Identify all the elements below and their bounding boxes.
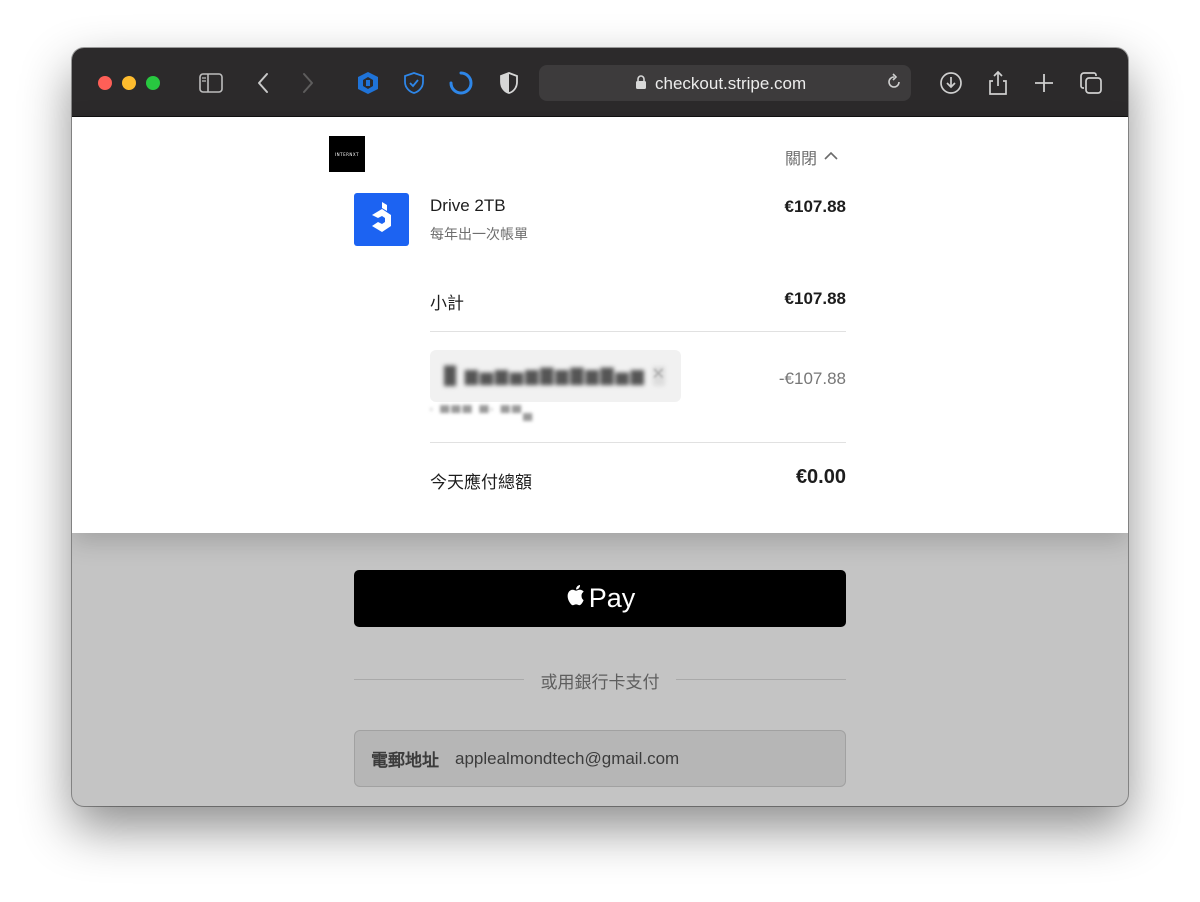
zoom-window-button[interactable] <box>146 76 160 90</box>
promo-discount-value: -€107.88 <box>778 369 846 388</box>
total-due-label: 今天應付總額 <box>430 473 532 492</box>
shield-extension-icon[interactable] <box>355 70 381 96</box>
shield-check-icon[interactable] <box>401 70 427 96</box>
apple-pay-label: Pay <box>588 583 636 613</box>
subtotal-label: 小計 <box>430 294 464 313</box>
url-text: checkout.stripe.com <box>655 74 807 93</box>
new-tab-icon[interactable] <box>1031 70 1057 96</box>
subtotal-value: €107.88 <box>784 289 846 308</box>
minimize-window-button[interactable] <box>122 76 136 90</box>
address-bar[interactable]: checkout.stripe.com <box>539 65 911 101</box>
payment-divider: 或用銀行卡支付 <box>354 668 846 692</box>
divider-text: 或用銀行卡支付 <box>540 673 660 692</box>
collapse-summary-button[interactable]: 關閉 <box>785 145 839 169</box>
product-icon <box>354 193 409 246</box>
tab-overview-icon[interactable] <box>1078 70 1104 96</box>
apple-pay-button[interactable]: Pay <box>354 570 846 627</box>
email-value[interactable]: applealmondtech@gmail.com <box>455 749 679 769</box>
chevron-up-icon <box>823 148 839 166</box>
browser-toolbar: checkout.stripe.com <box>72 48 1128 117</box>
promo-code-chip[interactable]: █ ▆▅▆▅▆▇▆▇▆▇▅▆ ░ ✕ <box>430 350 681 402</box>
order-summary-card: INTERNXT 關閉 Drive 2TB 每年出一次帳單 €107.88 小計… <box>72 117 1128 533</box>
back-icon[interactable] <box>250 70 276 96</box>
apple-logo-icon <box>565 583 585 614</box>
half-shield-icon[interactable] <box>496 70 522 96</box>
browser-window: checkout.stripe.com INTERNXT 關閉 Drive 2T… <box>72 48 1128 806</box>
billing-frequency: 每年出一次帳單 <box>430 226 528 242</box>
sidebar-icon[interactable] <box>198 70 224 96</box>
divider <box>430 331 846 332</box>
email-field[interactable]: 電郵地址 applealmondtech@gmail.com <box>354 730 846 787</box>
close-window-button[interactable] <box>98 76 112 90</box>
download-icon[interactable] <box>938 70 964 96</box>
promo-code-text: █ ▆▅▆▅▆▇▆▇▆▇▅▆ ░ <box>444 366 667 385</box>
product-price: €107.88 <box>784 197 846 216</box>
collapse-label: 關閉 <box>785 151 818 168</box>
email-label: 電郵地址 <box>371 751 439 770</box>
loading-ring-icon[interactable] <box>448 70 474 96</box>
forward-icon[interactable] <box>295 70 321 96</box>
lock-icon <box>635 74 647 95</box>
product-name: Drive 2TB <box>430 196 506 215</box>
divider <box>430 442 846 443</box>
divider-line <box>676 679 846 680</box>
merchant-logo[interactable]: INTERNXT <box>329 136 365 172</box>
reload-icon[interactable] <box>885 73 903 96</box>
total-due-value: €0.00 <box>795 466 846 488</box>
share-icon[interactable] <box>985 70 1011 96</box>
remove-promo-icon[interactable]: ✕ <box>652 364 665 384</box>
promo-description: ' ▀▀▀ ▀' ▀▀▄ <box>430 405 535 420</box>
